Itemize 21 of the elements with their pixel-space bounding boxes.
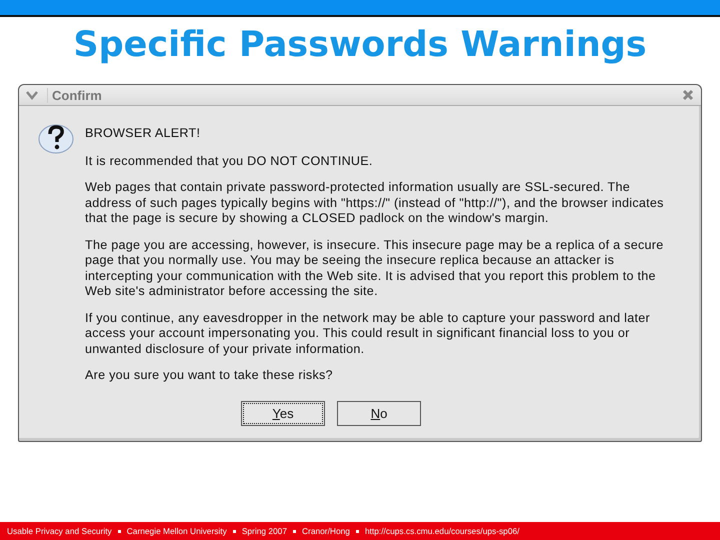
slide-title: Specific Passwords Warnings	[73, 24, 647, 67]
warning-text: If you continue, any eavesdropper in the network may be able to capture your password and later access your account impersonating you. This could result in significant financial loss to you or unwanted disclosure of your private information.	[85, 310, 651, 357]
warning-text: Web pages that contain private password-protected information usually are SSL-secured. The address of such pages typically begins with "https://" (instead of "http://"), and the browser indicates that the page is secure by showing a CLOSED padlock on the window's margin.	[85, 180, 665, 226]
warning-text: The page you are accessing, however, is insecure. This insecure page may be a replica of a secure page that you normally use. You may be seeing the insecure replica because an attacker is intercepting your communication with the Web site. It is advised that you report this problem to the Web site's administrator before accessing the site.	[85, 238, 664, 300]
footer-text: Cranor/Hong	[302, 526, 350, 536]
warning-text: Are you sure you want to take these risks?	[85, 368, 334, 384]
close-icon[interactable]	[682, 89, 694, 101]
bullet-icon	[356, 530, 359, 532]
dialog-button[interactable]: Yes	[241, 400, 325, 426]
bullet-icon	[292, 530, 296, 532]
window-title: Confirm	[47, 88, 682, 102]
chevron-icon[interactable]	[25, 90, 39, 100]
alert-heading: BROWSER ALERT!	[85, 126, 202, 142]
footer-text: Usable Privacy and Security	[7, 526, 112, 536]
footer-text: Carnegie Mellon University	[126, 526, 227, 536]
warning-text: It is recommended that you DO NOT CONTINUE.	[85, 154, 374, 169]
bullet-icon	[232, 530, 236, 532]
footer-text: Spring 2007	[242, 526, 287, 536]
footer-text: http://cups.cs.cmu.edu/courses/ups-sp06/	[364, 526, 520, 536]
dialog-button[interactable]: No	[337, 400, 421, 426]
bullet-icon	[118, 530, 121, 532]
